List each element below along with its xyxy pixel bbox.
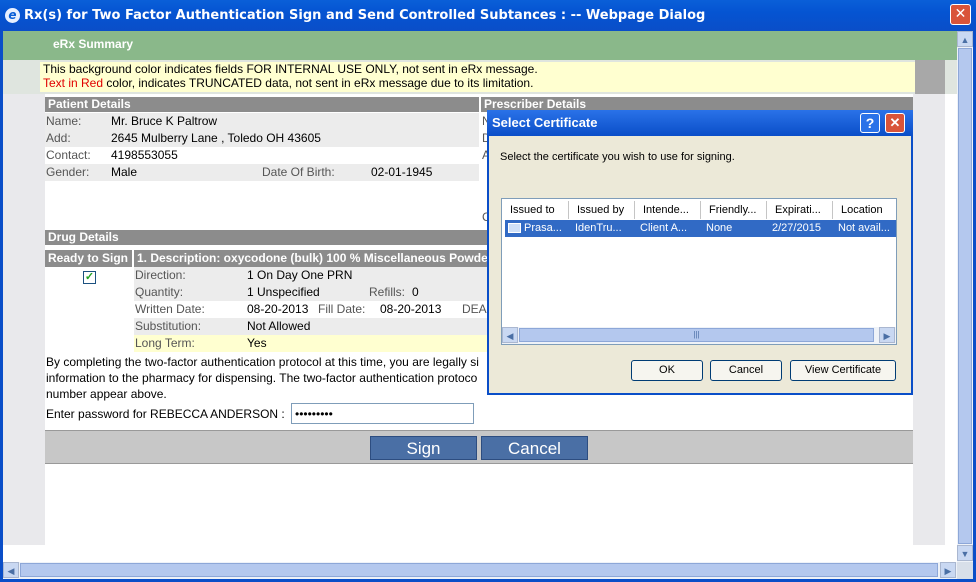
quantity-label: Quantity: [135,285,184,299]
certificate-icon [508,223,521,233]
cert-issued-to: Prasa... [524,222,562,234]
window-title: Rx(s) for Two Factor Authentication Sign… [24,8,706,23]
ready-to-sign-checkbox[interactable]: ✓ [83,271,96,284]
long-term-row: Long Term: Yes [134,335,490,352]
scroll-up-arrow[interactable]: ▲ [957,31,973,47]
cert-scroll-right[interactable]: ▶ [879,327,895,343]
button-bar: Sign Cancel [45,430,913,464]
cert-scroll-left[interactable]: ◀ [502,327,518,343]
window-titlebar: e Rx(s) for Two Factor Authentication Si… [0,0,976,31]
fill-date-label: Fill Date: [318,302,366,316]
substitution-label: Substitution: [135,319,202,333]
scroll-right-arrow[interactable]: ▶ [940,562,956,578]
cert-issued-by: IdenTru... [575,222,622,234]
cert-intended: Client A... [640,222,688,234]
dialog-help-button[interactable]: ? [860,113,880,133]
patient-contact-row: Contact: 4198553055 [45,147,479,164]
vertical-scrollbar[interactable]: ▲ ▼ [957,31,973,562]
info-red-text: Text in Red [43,76,104,90]
cert-expiration: 2/27/2015 [772,222,821,234]
cert-location: Not avail... [838,222,890,234]
erx-summary-bar: eRx Summary [3,31,957,60]
horizontal-scrollbar[interactable]: ◀ ▶ [3,562,957,579]
cancel-button[interactable]: Cancel [481,436,588,460]
dialog-title: Select Certificate [492,115,598,130]
patient-address-row: Add: 2645 Mulberry Lane , Toledo OH 4360… [45,130,479,147]
direction-label: Direction: [135,268,186,282]
patient-contact: 4198553055 [111,148,178,162]
dea-label: DEA [462,302,487,316]
view-certificate-button[interactable]: View Certificate [790,360,896,381]
window-close-button[interactable]: ✕ [950,4,971,25]
col-location[interactable]: Location [833,201,896,219]
written-date-label: Written Date: [135,302,205,316]
direction-value: 1 On Day One PRN [247,268,353,282]
info-line-truncated: Text in Red color, indicates TRUNCATED d… [43,76,915,90]
patient-address: 2645 Mulberry Lane , Toledo OH 43605 [111,131,321,145]
substitution-row: Substitution: Not Allowed [134,318,490,335]
address-label: Add: [46,131,71,145]
legal-line-3: number appear above. [46,387,167,401]
horizontal-scroll-thumb[interactable] [20,563,938,577]
info-line2-text: color, indicates TRUNCATED data, not sen… [103,76,534,90]
patient-name: Mr. Bruce K Paltrow [111,114,218,128]
vertical-scroll-thumb[interactable] [958,48,972,544]
patient-name-row: Name: Mr. Bruce K Paltrow [45,113,479,130]
quantity-row: Quantity: 1 Unspecified Refills: 0 [134,284,490,301]
direction-row: Direction: 1 On Day One PRN [134,267,490,284]
certificate-row[interactable]: Prasa... IdenTru... Client A... None 2/2… [505,220,896,237]
dialog-titlebar: Select Certificate ? ✕ [487,110,913,136]
col-issued-to[interactable]: Issued to [502,201,569,219]
dialog-ok-button[interactable]: OK [631,360,703,381]
scroll-down-arrow[interactable]: ▼ [957,545,973,561]
info-line-internal: This background color indicates fields F… [43,62,538,76]
legal-line-1: By completing the two-factor authenticat… [46,355,479,369]
col-friendly[interactable]: Friendly... [701,201,767,219]
substitution-value: Not Allowed [247,319,311,333]
patient-details-header: Patient Details [45,97,479,112]
contact-label: Contact: [46,148,91,162]
gender-label: Gender: [46,165,90,179]
cert-friendly: None [706,222,733,234]
col-intended[interactable]: Intende... [635,201,701,219]
refills-value: 0 [412,285,419,299]
info-area: This background color indicates fields F… [3,60,957,94]
dob-label: Date Of Birth: [262,165,335,179]
dates-row: Written Date: 08-20-2013 Fill Date: 08-2… [134,301,494,318]
select-certificate-dialog: Select Certificate ? ✕ Select the certif… [487,110,913,395]
scroll-left-arrow[interactable]: ◀ [3,562,19,578]
long-term-label: Long Term: [135,336,195,350]
info-side-panel [915,60,945,94]
certificate-list[interactable]: Issued to Issued by Intende... Friendly.… [501,198,897,345]
ie-icon: e [5,8,20,23]
sign-button[interactable]: Sign [370,436,477,460]
password-label: Enter password for REBECCA ANDERSON : [46,407,285,421]
legal-line-2: information to the pharmacy for dispensi… [46,371,478,385]
ready-to-sign-header: Ready to Sign [45,250,132,267]
legal-text: By completing the two-factor authenticat… [46,354,491,402]
password-input[interactable] [291,403,474,424]
written-date-value: 08-20-2013 [247,302,309,316]
patient-dob: 02-01-1945 [371,165,433,179]
fill-date-value: 08-20-2013 [380,302,442,316]
dialog-close-button[interactable]: ✕ [885,113,905,133]
patient-gender: Male [111,165,138,179]
quantity-value: 1 Unspecified [247,285,320,299]
col-expiration[interactable]: Expirati... [767,201,833,219]
col-issued-by[interactable]: Issued by [569,201,635,219]
cert-list-h-scrollbar[interactable]: ◀ ||| ▶ [502,327,896,344]
cert-scroll-thumb[interactable]: ||| [519,328,874,342]
refills-label: Refills: [369,285,406,299]
long-term-value: Yes [247,336,267,350]
name-label: Name: [46,114,82,128]
drug-description-header: 1. Description: oxycodone (bulk) 100 % M… [134,250,490,267]
patient-gender-row: Gender: Male Date Of Birth: 02-01-1945 [45,164,479,181]
info-legend: This background color indicates fields F… [40,62,915,92]
dialog-instruction: Select the certificate you wish to use f… [500,151,735,163]
dialog-cancel-button[interactable]: Cancel [710,360,782,381]
